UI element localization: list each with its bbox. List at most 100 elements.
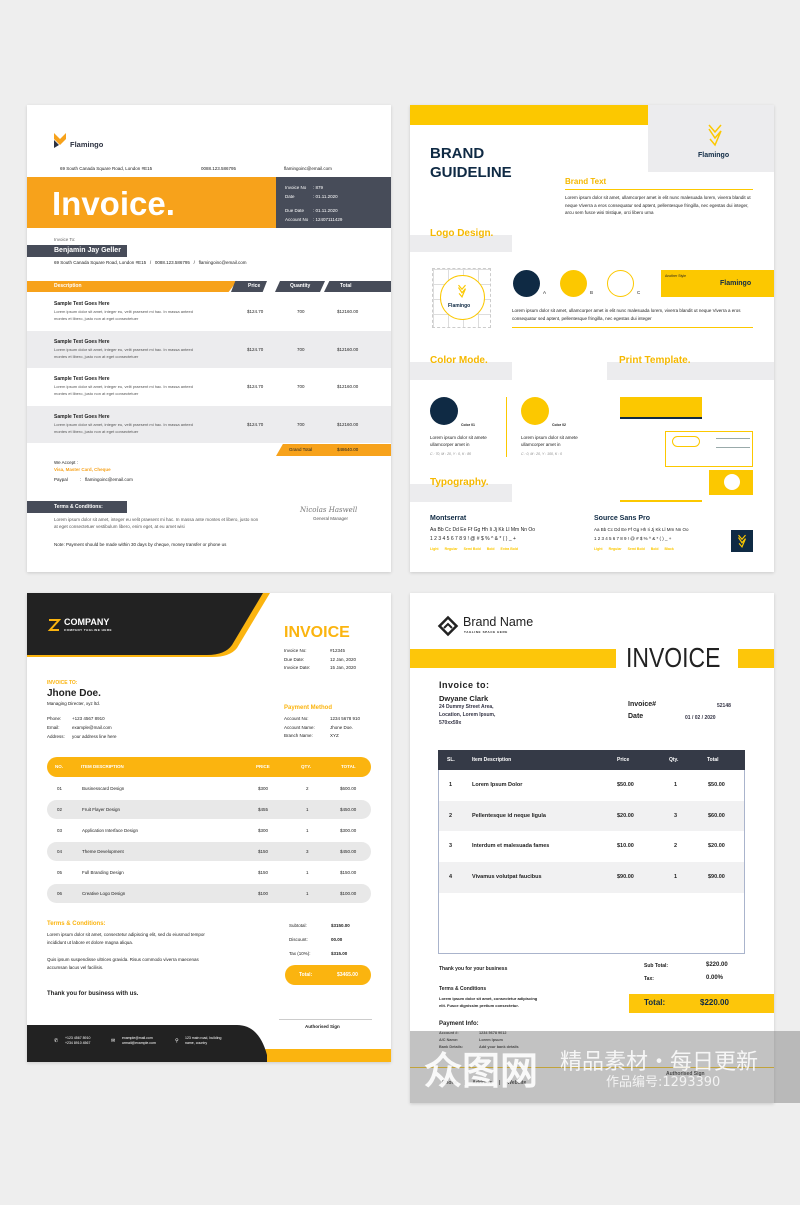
payment-value: 1234 5678 910 <box>330 716 361 721</box>
row-title: Sample Text Goes Here <box>54 338 110 345</box>
terms-text: at eget consectetuer vestibulum libero, … <box>54 524 185 529</box>
terms-heading: Terms & Conditions: <box>54 504 103 510</box>
invoice-to-label: Invoice To: <box>54 237 76 242</box>
color-text: ullamcorper amet in <box>521 442 561 447</box>
footer-email: example@mail.com urmail@example.com <box>122 1036 156 1046</box>
color-swatch-2 <box>521 397 549 425</box>
row-item: Interdum et malesuada fames <box>472 843 550 850</box>
color-heading: Color Mode. <box>430 355 488 366</box>
phone-1: +123 4567 8910 <box>65 1036 91 1040</box>
flamingo-logo-icon <box>458 284 467 298</box>
terms-text: elit. Fusce dignissim pretium consectetu… <box>439 1003 519 1008</box>
email-icon: ✉ <box>111 1038 116 1044</box>
row-price: $20.00 <box>617 812 634 819</box>
invoice-title: INVOICE <box>284 624 350 641</box>
weight: Bold <box>486 547 495 551</box>
row-qty: 1 <box>306 828 309 833</box>
row-qty: 1 <box>306 891 309 896</box>
row-item: Fruit Flayer Design <box>82 807 121 812</box>
flamingo-logo-icon <box>708 124 722 147</box>
watermark-code: 作品编号:1293390 <box>606 1075 721 1090</box>
brand-name: Flamingo <box>70 140 104 149</box>
col-total: Total <box>340 283 352 289</box>
row-no: 01 <box>57 786 63 791</box>
terms-text: accumsan lacus vel facilisis. <box>47 965 104 970</box>
weight: Regular <box>608 547 622 551</box>
row-desc: montes et libero, justo non at eget cons… <box>54 391 139 396</box>
col-item: Item Description <box>472 757 512 763</box>
sign-line <box>279 1019 372 1020</box>
divider <box>506 397 507 457</box>
phone-icon: ✆ <box>54 1038 59 1044</box>
row-sl: 2 <box>449 812 453 819</box>
paypal-value: : flamingoinc@email.com <box>80 477 133 482</box>
row-total: $12160.00 <box>337 421 359 427</box>
summary-label: Subtotal: <box>289 923 307 928</box>
footer-address: 123 main road, building name, country <box>185 1036 221 1046</box>
contact-value: example@mail.com <box>72 725 112 730</box>
col-no: NO. <box>55 764 64 769</box>
title-line-1: BRAND <box>430 145 485 162</box>
row-no: 02 <box>57 807 63 812</box>
color-name: Color 02 <box>552 423 567 427</box>
date-value: 01 / 02 / 2020 <box>685 715 716 721</box>
variant-label: A <box>543 290 547 295</box>
row-item: Theme Development <box>82 849 124 854</box>
row-price: $90.00 <box>617 874 634 881</box>
row-title: Sample Text Goes Here <box>54 413 110 420</box>
client-role: Managing Directer, xyz ltd. <box>47 701 101 706</box>
terms-heading: Terms & Conditions: <box>47 921 106 927</box>
client-contact: 69 South Canada Square Road, London #E15… <box>54 260 247 265</box>
row-price: $150 <box>258 849 269 854</box>
contact-value: your address line here <box>72 734 117 739</box>
row-price: $10.00 <box>617 843 634 850</box>
row-total: $100.00 <box>340 891 357 896</box>
divider <box>620 500 702 502</box>
col-sl: SL. <box>447 757 455 763</box>
top-yellow-bar <box>410 105 683 125</box>
company-tagline: COMPANY TAGLINE HERE <box>64 628 113 632</box>
logo-text: Lorem ipsum dolor sit amet, ullamcorper … <box>512 308 741 321</box>
row-total: $450.00 <box>340 807 357 812</box>
row-total: $600.00 <box>340 786 357 791</box>
total-label: Total: <box>299 972 313 978</box>
logo-variant-b <box>560 270 587 297</box>
font-sample: Aa Bb Cc Dd Ee Ff Gg Hh Ii Jj Kk Ll Mm N… <box>594 527 689 532</box>
client-name: Jhone Doe. <box>47 688 101 699</box>
address-text: 69 South Canada Square Road, London #E15 <box>60 166 153 171</box>
row-qty: 3 <box>306 849 309 854</box>
meta-value: : 879 <box>313 185 324 190</box>
we-accept-label: We Accept : <box>54 460 78 465</box>
signature: Nicolas Haswell <box>300 506 358 514</box>
invoice-flamingo: Flamingo 69 South Canada Square Road, Lo… <box>27 105 391 572</box>
row-total: $60.00 <box>708 812 725 819</box>
color-text: Lorem ipsum dolor sit amete <box>430 435 487 440</box>
logo-variant-a <box>513 270 540 297</box>
meta-label: Invoice No: <box>284 648 307 653</box>
row-no: 05 <box>57 870 63 875</box>
row-price: $455 <box>258 807 269 812</box>
payment-info: Account No: 1234 5678 910 Account Name: Jh… <box>284 715 360 741</box>
row-desc: Lorem ipsum dolor sit amet, integer eu, … <box>54 309 193 314</box>
row-total: $150.00 <box>340 870 357 875</box>
row-qty: 1 <box>674 874 678 881</box>
another-style-label: Another Style <box>665 274 687 278</box>
col-quantity: Quantity <box>290 283 311 289</box>
divider <box>512 327 753 328</box>
row-qty: 3 <box>674 812 678 819</box>
row-price: $124.70 <box>247 346 264 352</box>
logo-wordmark: Flamingo <box>698 152 730 159</box>
tax-value: 0.00% <box>706 975 724 981</box>
row-desc: montes et libero, justo non at eget cons… <box>54 353 139 359</box>
total-header-bg <box>324 281 391 292</box>
row-total: $90.00 <box>708 874 725 881</box>
summary: Subtotal: $3150.00 Discount: 00.00 Tax (10… <box>289 919 350 961</box>
variant-label: B <box>590 290 594 295</box>
weight: Black <box>664 547 674 551</box>
location-icon: ⚲ <box>175 1038 179 1044</box>
terms-heading: Terms & Conditions <box>439 986 487 992</box>
row-price: $124.70 <box>247 384 264 389</box>
yellow-bar-left <box>410 649 616 668</box>
total-value: $220.00 <box>700 998 729 1007</box>
phone-2: +234 8910 4567 <box>65 1041 91 1045</box>
